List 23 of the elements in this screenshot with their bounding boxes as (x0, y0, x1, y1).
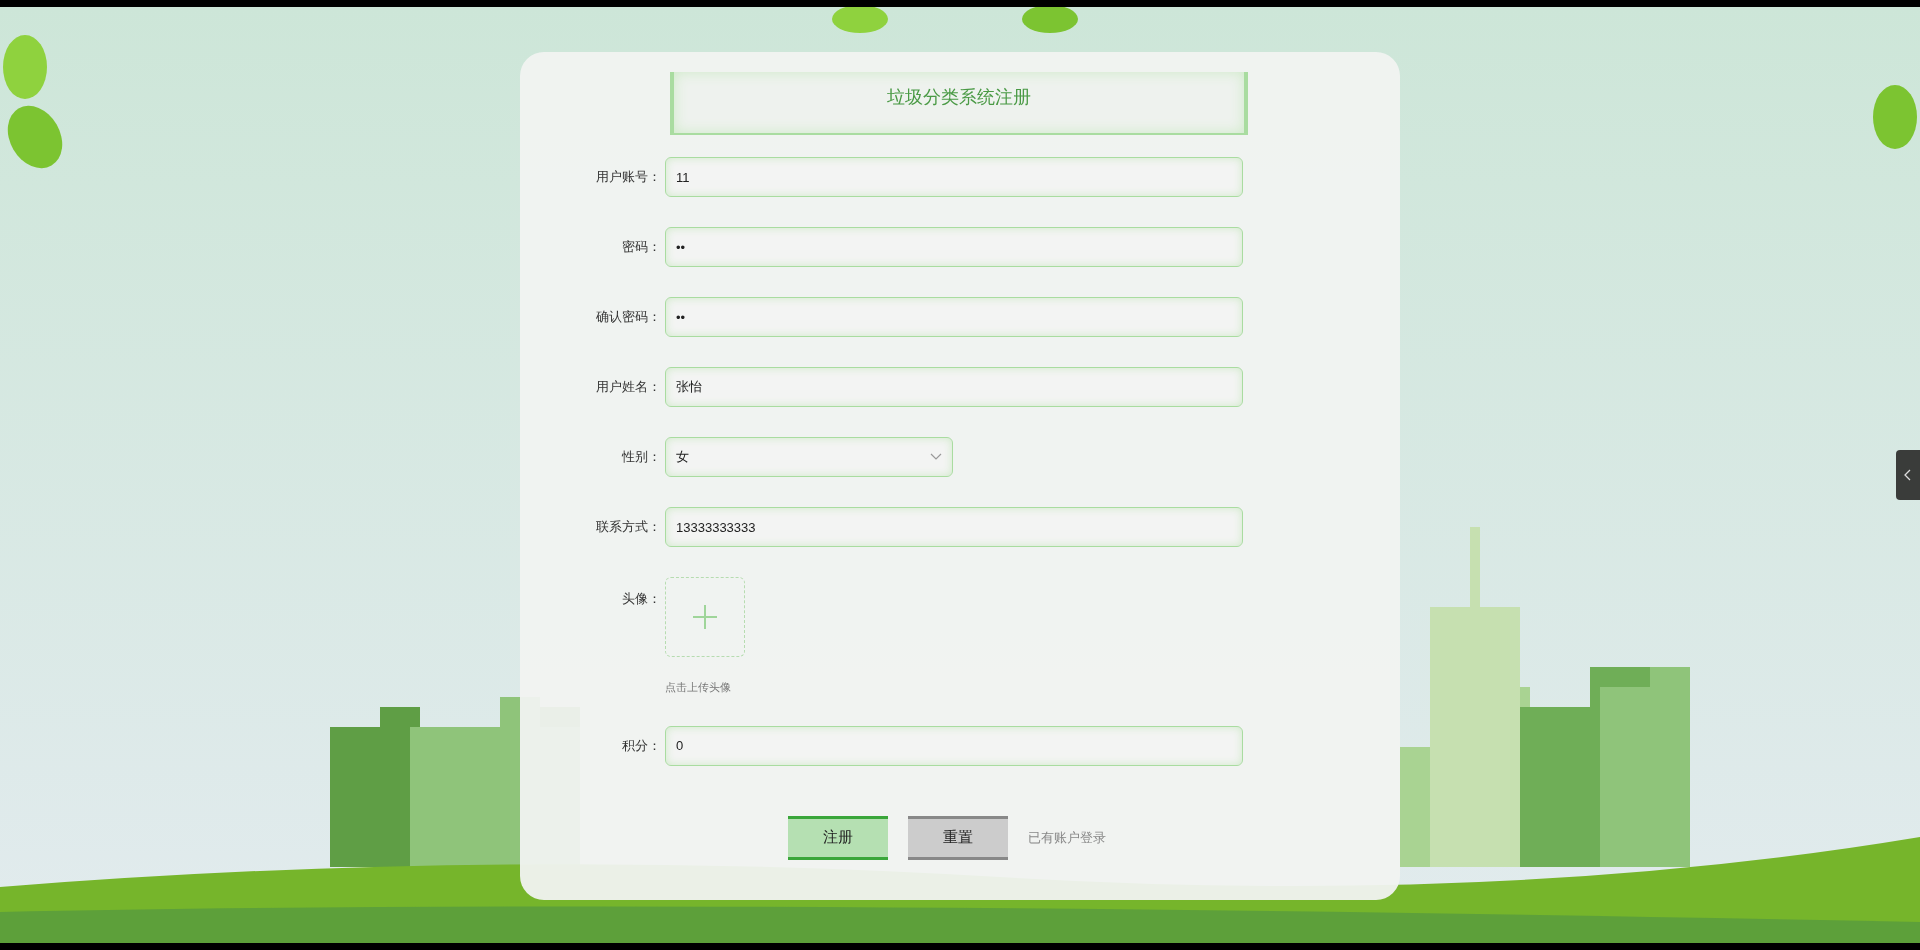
gender-select[interactable]: 女 (665, 437, 953, 477)
input-field[interactable]: 11 (665, 157, 1243, 197)
field-label: 确认密码： (595, 308, 662, 327)
form-title: 垃圾分类系统注册 (887, 86, 1031, 109)
field-label: 密码： (621, 238, 662, 257)
field-label: 头像： (621, 590, 662, 608)
chevron-left-icon (1904, 469, 1912, 481)
side-panel-toggle[interactable] (1896, 450, 1920, 500)
input-field[interactable]: •• (665, 227, 1243, 267)
field-label: 性别： (621, 448, 662, 467)
reset-button[interactable]: 重置 (908, 815, 1008, 860)
plus-icon (691, 603, 719, 631)
field-label: 积分： (621, 736, 662, 755)
field-label: 用户账号： (595, 168, 662, 187)
upload-hint: 点击上传头像 (665, 680, 732, 695)
input-field[interactable]: 13333333333 (665, 507, 1243, 547)
chevron-down-icon (930, 453, 942, 461)
field-label: 联系方式： (595, 518, 662, 537)
register-button[interactable]: 注册 (788, 815, 888, 860)
input-field[interactable]: 0 (665, 725, 1243, 766)
input-field[interactable]: 张怡 (665, 367, 1243, 407)
field-label: 用户姓名： (595, 378, 662, 397)
input-field[interactable]: •• (665, 297, 1243, 337)
